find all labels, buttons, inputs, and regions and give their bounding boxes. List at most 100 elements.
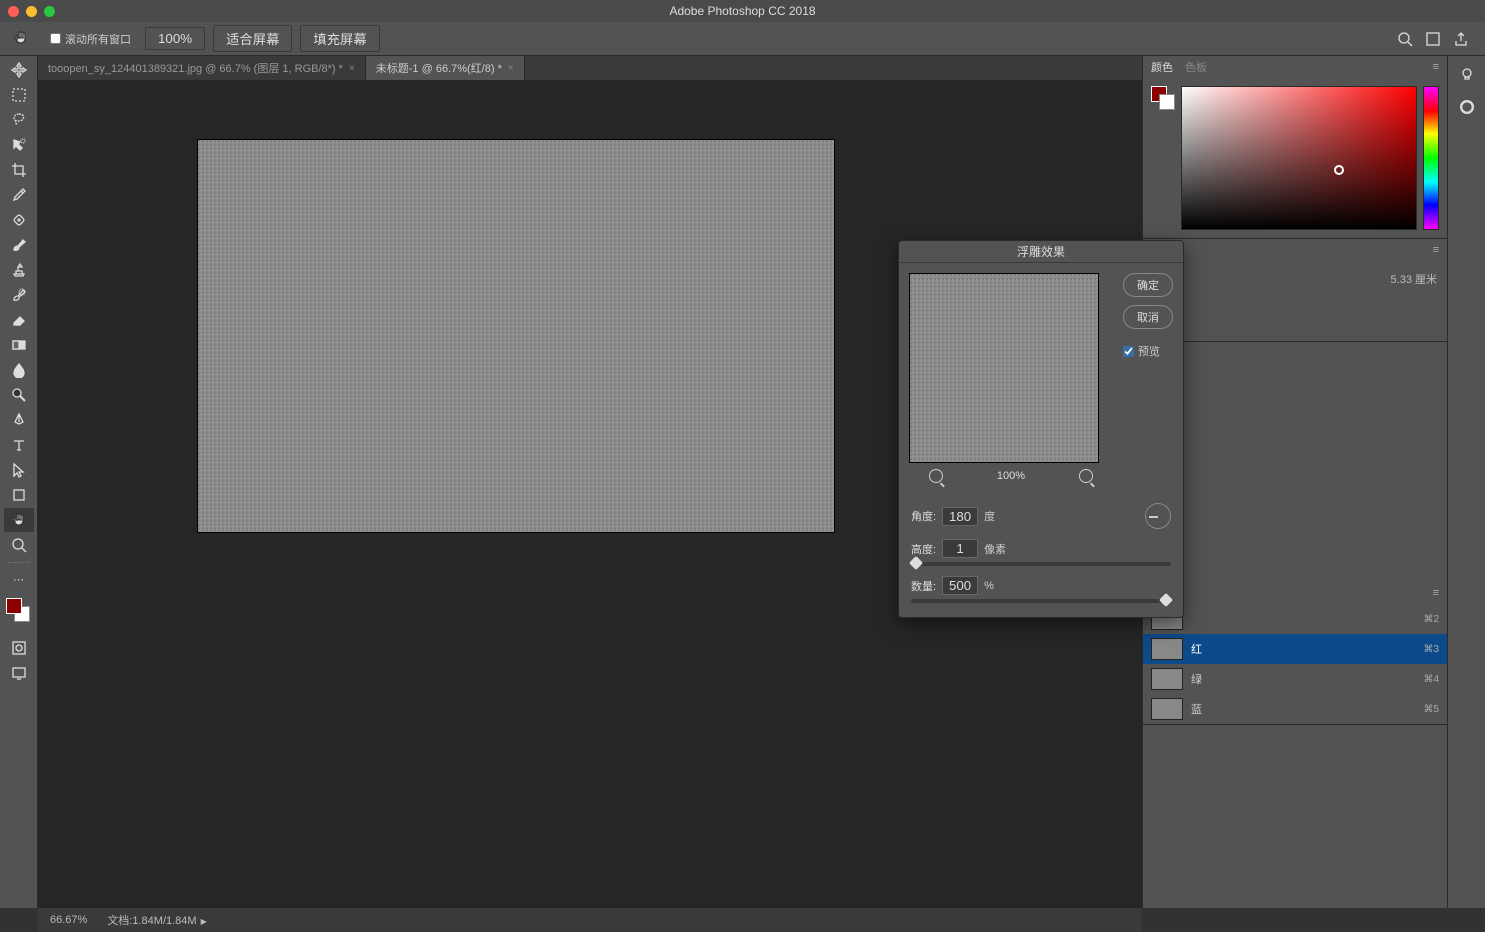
dodge-tool[interactable]	[4, 383, 34, 407]
healing-brush-tool[interactable]	[4, 208, 34, 232]
amount-slider-thumb[interactable]	[1159, 593, 1173, 607]
angle-input[interactable]	[942, 507, 978, 526]
amount-input[interactable]	[942, 576, 978, 595]
path-select-tool[interactable]	[4, 458, 34, 482]
properties-header: ≡	[1143, 239, 1447, 261]
edit-toolbar-button[interactable]: ⋯	[4, 567, 34, 591]
color-swatches[interactable]	[4, 598, 34, 628]
amount-label: 数量:	[911, 578, 936, 594]
crop-tool[interactable]	[4, 158, 34, 182]
learn-icon[interactable]	[1458, 66, 1476, 84]
panel-spacer	[1143, 342, 1447, 582]
channel-green[interactable]: 绿 ⌘4	[1143, 664, 1447, 694]
preview-checkbox-input[interactable]	[1123, 346, 1134, 357]
main-area: ⋯ tooopen_sy_124401389321.jpg @ 66.7% (图…	[0, 56, 1485, 908]
hand-tool[interactable]	[4, 508, 34, 532]
doc-tab-2[interactable]: 未标题-1 @ 66.7%(红/8) * ×	[366, 56, 525, 80]
marquee-tool[interactable]	[4, 83, 34, 107]
properties-body: 5.33 厘米	[1143, 261, 1447, 341]
type-tool[interactable]	[4, 433, 34, 457]
channels-header: ≡	[1143, 582, 1447, 604]
cancel-button[interactable]: 取消	[1123, 305, 1173, 329]
color-panel-menu-icon[interactable]: ≡	[1433, 61, 1439, 73]
panel-swatches[interactable]	[1151, 86, 1175, 110]
angle-dial[interactable]	[1145, 503, 1171, 529]
height-slider-thumb[interactable]	[909, 556, 923, 570]
preview-zoom-text: 100%	[997, 470, 1025, 482]
pen-tool[interactable]	[4, 408, 34, 432]
zoom-out-icon[interactable]	[929, 469, 943, 483]
channel-name: 红	[1191, 641, 1415, 657]
quick-mask-button[interactable]	[4, 636, 34, 660]
zoom-tool[interactable]	[4, 533, 34, 557]
dialog-body: 100% 确定 取消 预览	[899, 263, 1183, 493]
fit-screen-button[interactable]: 适合屏幕	[213, 25, 292, 52]
gradient-tool[interactable]	[4, 333, 34, 357]
foreground-color-swatch[interactable]	[6, 598, 22, 614]
options-bar: 滚动所有窗口 100% 适合屏幕 填充屏幕	[0, 22, 1485, 56]
move-tool[interactable]	[4, 58, 34, 82]
doc-tab-1[interactable]: tooopen_sy_124401389321.jpg @ 66.7% (图层 …	[38, 56, 366, 80]
search-icon[interactable]	[1397, 31, 1413, 47]
current-tool-icon	[8, 25, 36, 53]
arrange-docs-icon[interactable]	[1425, 31, 1441, 47]
eyedropper-tool[interactable]	[4, 183, 34, 207]
amount-slider[interactable]	[911, 599, 1171, 603]
dialog-preview-column: 100%	[909, 273, 1113, 483]
close-tab-2-icon[interactable]: ×	[508, 63, 514, 74]
preview-checkbox[interactable]: 预览	[1123, 343, 1173, 359]
color-tab[interactable]: 颜色	[1151, 59, 1173, 75]
height-row: 高度: 像素	[911, 539, 1171, 558]
hue-slider[interactable]	[1423, 86, 1439, 230]
angle-unit: 度	[984, 508, 995, 524]
close-tab-1-icon[interactable]: ×	[349, 63, 355, 74]
collapsed-panels-dock	[1447, 56, 1485, 908]
height-input[interactable]	[942, 539, 978, 558]
screen-mode-button[interactable]	[4, 661, 34, 685]
history-brush-tool[interactable]	[4, 283, 34, 307]
clone-stamp-tool[interactable]	[4, 258, 34, 282]
libraries-icon[interactable]	[1458, 98, 1476, 116]
quick-select-tool[interactable]	[4, 133, 34, 157]
properties-dimensions-row: 5.33 厘米	[1153, 271, 1437, 287]
panel-bg-swatch[interactable]	[1159, 94, 1175, 110]
channel-blue[interactable]: 蓝 ⌘5	[1143, 694, 1447, 724]
filter-preview[interactable]	[909, 273, 1099, 463]
shape-tool[interactable]	[4, 483, 34, 507]
brush-tool[interactable]	[4, 233, 34, 257]
channel-name: 蓝	[1191, 701, 1415, 717]
amount-unit: %	[984, 580, 994, 592]
angle-label: 角度:	[911, 508, 936, 524]
maximize-window-button[interactable]	[44, 6, 55, 17]
document-canvas[interactable]	[198, 140, 834, 532]
channels-menu-icon[interactable]: ≡	[1433, 587, 1439, 599]
fill-screen-button[interactable]: 填充屏幕	[300, 25, 379, 52]
scroll-all-windows-checkbox[interactable]: 滚动所有窗口	[44, 31, 137, 47]
status-flyout-icon[interactable]: ▶	[201, 917, 207, 926]
status-zoom[interactable]: 66.67%	[50, 914, 87, 926]
channel-rgb[interactable]: ⌘2	[1143, 604, 1447, 634]
blur-tool[interactable]	[4, 358, 34, 382]
right-panels: 颜色 色板 ≡ ≡ 5.33 厘米	[1142, 56, 1447, 908]
emboss-dialog: 浮雕效果 100% 确定 取消 预览 角度: 度 高度:	[898, 240, 1184, 618]
share-icon[interactable]	[1453, 31, 1469, 47]
close-window-button[interactable]	[8, 6, 19, 17]
height-slider[interactable]	[911, 562, 1171, 566]
properties-menu-icon[interactable]: ≡	[1433, 244, 1439, 256]
channel-shortcut: ⌘4	[1423, 674, 1439, 685]
dialog-title[interactable]: 浮雕效果	[899, 241, 1183, 263]
swatches-tab[interactable]: 色板	[1185, 59, 1207, 75]
minimize-window-button[interactable]	[26, 6, 37, 17]
zoom-in-icon[interactable]	[1079, 469, 1093, 483]
lasso-tool[interactable]	[4, 108, 34, 132]
status-doc-info[interactable]: 文档:1.84M/1.84M▶	[107, 912, 206, 928]
ok-button[interactable]: 确定	[1123, 273, 1173, 297]
channel-red[interactable]: 红 ⌘3	[1143, 634, 1447, 664]
zoom-100-button[interactable]: 100%	[145, 27, 205, 50]
scroll-all-checkbox-input[interactable]	[50, 33, 61, 44]
color-field[interactable]	[1181, 86, 1417, 230]
channel-shortcut: ⌘3	[1423, 644, 1439, 655]
eraser-tool[interactable]	[4, 308, 34, 332]
color-panel: 颜色 色板 ≡	[1143, 56, 1447, 239]
color-picker-ring[interactable]	[1334, 165, 1344, 175]
